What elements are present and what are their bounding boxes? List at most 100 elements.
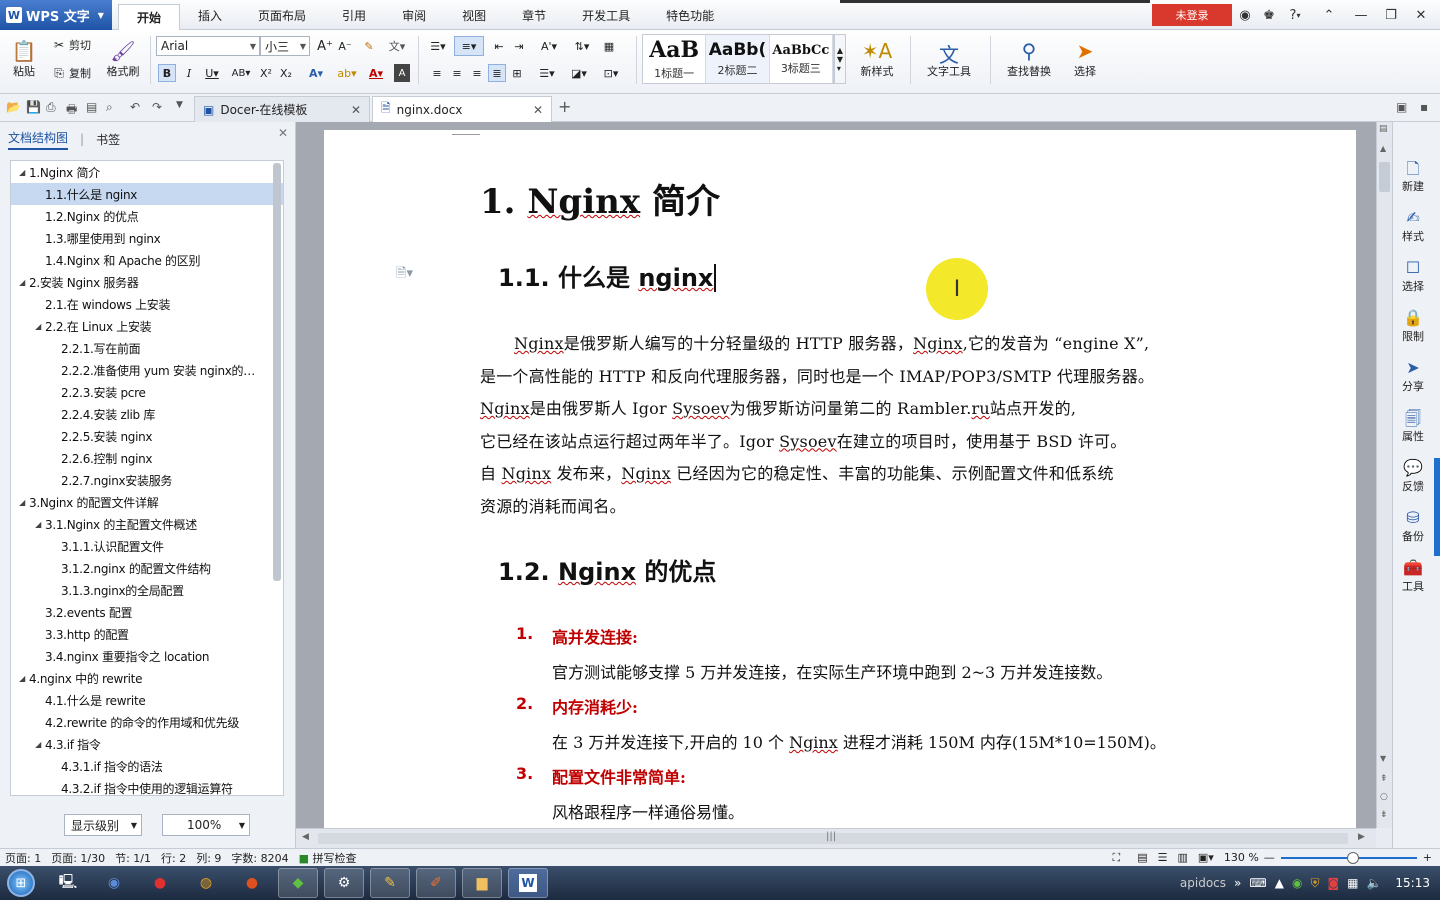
task-pane-tool[interactable]: 💬 反馈 xyxy=(1393,458,1433,494)
status-words[interactable]: 字数: 8204 xyxy=(226,850,293,866)
clock[interactable]: 15:13 xyxy=(1395,876,1430,890)
login-button[interactable]: 未登录 xyxy=(1152,4,1232,26)
taskbar-app-3[interactable]: ● xyxy=(140,868,180,898)
tab-nginx-docx[interactable]: 🗎 nginx.docx ✕ xyxy=(372,96,552,122)
horizontal-scrollbar[interactable]: ◀ ||| ▶ xyxy=(296,828,1376,848)
outline-item[interactable]: 2.2.3.安装 pcre xyxy=(11,381,283,403)
read-view-icon[interactable]: ▣▾ xyxy=(1193,851,1219,864)
underline-icon[interactable]: U▾ xyxy=(200,64,224,82)
text-tools-button[interactable]: 文 文字工具 xyxy=(918,34,980,84)
table-icon[interactable]: ▦ xyxy=(600,36,618,56)
style-heading-1[interactable]: AaB 1标题一 xyxy=(643,35,707,83)
restore-icon[interactable]: ❐ xyxy=(1380,4,1402,26)
print-icon[interactable]: 🖶 xyxy=(66,100,77,121)
border-icon[interactable]: ⊡▾ xyxy=(598,64,624,82)
close-icon[interactable]: ✕ xyxy=(278,126,288,140)
minimize-icon[interactable]: — xyxy=(1350,4,1372,26)
outline-item[interactable]: ◢ 2.2.在 Linux 上安装 xyxy=(11,315,283,337)
outline-item[interactable]: 3.1.3.nginx的全局配置 xyxy=(11,579,283,601)
style-scroll-icon[interactable]: ▲ ▼ ▾ xyxy=(834,34,846,84)
page-view-icon[interactable]: ▤ xyxy=(1132,851,1152,864)
decrease-indent-icon[interactable]: ⇤ xyxy=(490,36,508,56)
wps-menu-button[interactable]: W WPS 文字 ▼ xyxy=(0,0,112,30)
font-color-icon[interactable]: A▾ xyxy=(364,64,388,82)
tab-outline[interactable]: 文档结构图 xyxy=(8,129,69,150)
status-pages[interactable]: 页面: 1/30 xyxy=(46,850,110,866)
document-area[interactable]: 🗎▾ 1. Nginx 简介 1.1. 什么是 nginx Nginx是俄罗斯人… xyxy=(296,122,1376,828)
ruler-toggle-icon[interactable]: ▤ xyxy=(1379,124,1388,134)
zoom-slider-thumb[interactable] xyxy=(1346,851,1359,864)
taskbar-app-6[interactable]: ◆ xyxy=(278,868,318,898)
next-page-icon[interactable]: ⇟ xyxy=(1380,810,1388,820)
phonetic-icon[interactable]: 文▾ xyxy=(384,36,410,56)
tray-arrow-icon[interactable]: ▲ xyxy=(1275,876,1284,890)
outline-item[interactable]: 2.2.6.控制 nginx xyxy=(11,447,283,469)
fit-window-icon[interactable]: ⛶ xyxy=(1113,851,1121,865)
outline-view-icon[interactable]: ☰ xyxy=(1153,851,1173,864)
outline-item[interactable]: 4.1.什么是 rewrite xyxy=(11,689,283,711)
taskbar-app-5[interactable]: ● xyxy=(232,868,272,898)
task-pane-tool[interactable]: ➤ 分享 xyxy=(1393,358,1433,394)
outline-item[interactable]: 2.1.在 windows 上安装 xyxy=(11,293,283,315)
shading-icon[interactable]: ◪▾ xyxy=(566,64,592,82)
taskbar-app-2[interactable]: ◉ xyxy=(94,868,134,898)
scrollbar-thumb[interactable] xyxy=(1379,162,1390,192)
outline-item[interactable]: ◢ 2.安装 Nginx 服务器 xyxy=(11,271,283,293)
numbered-list-icon[interactable]: ≡▾ xyxy=(454,36,484,56)
align-left-icon[interactable]: ≡ xyxy=(428,64,446,82)
expand-toggle-icon[interactable]: ◢ xyxy=(15,674,29,683)
expand-toggle-icon[interactable]: ◢ xyxy=(31,520,45,529)
outline-item[interactable]: 3.3.http 的配置 xyxy=(11,623,283,645)
help-button[interactable]: ? ▾ xyxy=(1282,4,1308,26)
preview-icon[interactable]: ⌕ xyxy=(106,100,113,115)
zoom-value[interactable]: 130 % xyxy=(1219,851,1264,864)
task-pane-tool[interactable]: 🧰 工具 xyxy=(1393,558,1433,594)
tray-app-icon[interactable]: ◉ xyxy=(1292,876,1302,890)
highlight-icon[interactable]: ab▾ xyxy=(334,64,360,82)
redo-icon[interactable]: ↷ xyxy=(152,100,162,114)
font-size-select[interactable]: 小三 ▼ xyxy=(260,36,310,56)
zoom-out-icon[interactable]: — xyxy=(1264,851,1275,864)
zoom-in-icon[interactable]: + xyxy=(1423,851,1432,864)
taskbar-app-10[interactable]: ▆ xyxy=(462,868,502,898)
task-pane-tool[interactable]: ☐ 选择 xyxy=(1393,258,1433,294)
scroll-down-icon[interactable]: ▼ xyxy=(1380,754,1386,763)
print-preview-icon[interactable]: ⎙ xyxy=(46,100,56,115)
text-effect-icon[interactable]: A▾ xyxy=(304,64,328,82)
copy-button[interactable]: ⎘ 复制 xyxy=(52,64,91,82)
task-pane-tool[interactable]: 🔒 限制 xyxy=(1393,308,1433,344)
find-replace-button[interactable]: ⚲ 查找替换 xyxy=(998,34,1060,84)
increase-indent-icon[interactable]: ⇥ xyxy=(510,36,528,56)
outline-item[interactable]: 1.2.Nginx 的优点 xyxy=(11,205,283,227)
spell-check-toggle[interactable]: ■ 拼写检查 xyxy=(294,850,362,866)
new-tab-icon[interactable]: + xyxy=(558,97,571,116)
save-icon[interactable]: 💾 xyxy=(26,100,41,114)
undo-icon[interactable]: ↶ xyxy=(130,100,140,114)
taskbar-app-1[interactable]: 🖳 xyxy=(48,868,88,898)
style-heading-2[interactable]: AaBb( 2标题二 xyxy=(706,35,770,83)
new-style-button[interactable]: ✶A 新样式 xyxy=(852,34,902,84)
menu-tab-home[interactable]: 开始 xyxy=(118,4,181,30)
keyboard-icon[interactable]: ⌨ xyxy=(1249,876,1266,890)
outline-item[interactable]: 3.2.events 配置 xyxy=(11,601,283,623)
format-painter-button[interactable]: 🖌 格式刷 xyxy=(102,34,144,84)
menu-tab-insert[interactable]: 插入 xyxy=(180,0,240,30)
bold-icon[interactable]: B xyxy=(158,64,176,82)
italic-icon[interactable]: I xyxy=(180,64,198,82)
customize-icon[interactable]: ▼ xyxy=(176,100,183,110)
menu-tab-layout[interactable]: 页面布局 xyxy=(240,0,324,30)
web-view-icon[interactable]: ▥ xyxy=(1173,851,1193,864)
close-icon[interactable]: ✕ xyxy=(1410,4,1432,26)
shrink-font-icon[interactable]: A⁻ xyxy=(336,36,354,56)
outline-item[interactable]: ◢ 3.Nginx 的配置文件详解 xyxy=(11,491,283,513)
taskbar-wps[interactable]: W xyxy=(508,868,548,898)
outline-item[interactable]: ◢ 1.Nginx 简介 xyxy=(11,161,283,183)
vertical-scrollbar[interactable]: ▤ ▲ ▼ ⇞ ○ ⇟ xyxy=(1376,122,1392,828)
distribute-icon[interactable]: ⊞ xyxy=(508,64,526,82)
zoom-select[interactable]: 100% ▼ xyxy=(162,814,250,836)
outline-item[interactable]: 3.1.1.认识配置文件 xyxy=(11,535,283,557)
paste-button[interactable]: 📋 粘贴 xyxy=(6,34,42,84)
outline-item[interactable]: 2.2.4.安装 zlib 库 xyxy=(11,403,283,425)
line-spacing-icon[interactable]: ☰▾ xyxy=(534,64,560,82)
font-name-select[interactable]: Arial ▼ xyxy=(156,36,260,56)
